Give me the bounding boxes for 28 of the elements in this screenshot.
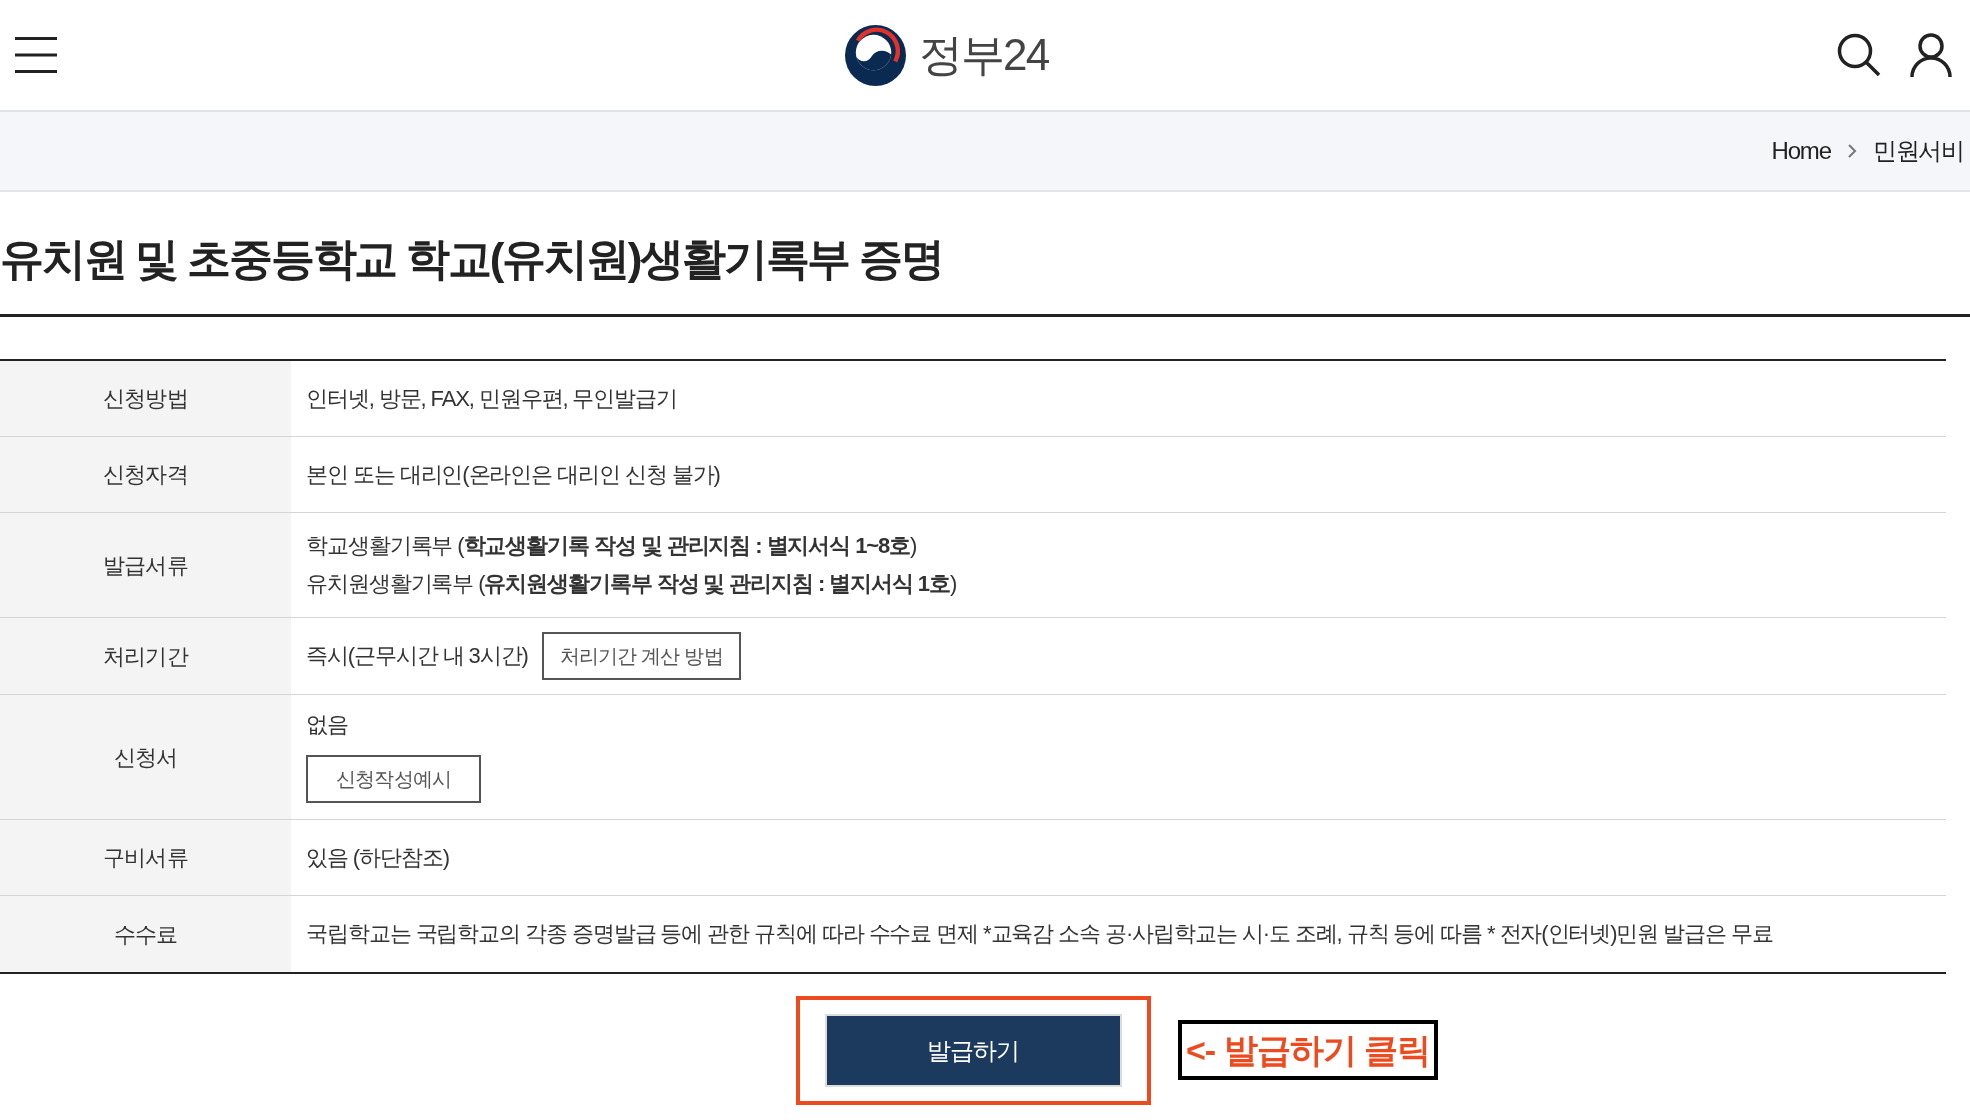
- breadcrumb-link[interactable]: Home: [1771, 133, 1831, 169]
- value-text: 학교생활기록부 (학교생활기록 작성 및 관리지침 : 별지서식 1~8호): [306, 532, 918, 560]
- issue-button[interactable]: 발급하기: [824, 1014, 1122, 1087]
- value-text: 있음 (하단참조): [306, 843, 450, 872]
- search-icon[interactable]: [1837, 33, 1881, 77]
- value-text: 인터넷, 방문, FAX, 민원우편, 무인발급기: [306, 384, 678, 413]
- value-text: 본인 또는 대리인(온라인은 대리인 신청 불가): [306, 460, 721, 489]
- chevron-icon: [1846, 143, 1857, 159]
- row-label: 수수료: [0, 896, 291, 972]
- logo-text[interactable]: 정부24: [918, 33, 1049, 77]
- row-label: 신청방법: [0, 361, 291, 436]
- detail-button[interactable]: 신청작성예시: [306, 755, 482, 803]
- value-text: 유치원생활기록부 (유치원생활기록부 작성 및 관리지침 : 별지서식 1호): [306, 570, 958, 598]
- detail-button[interactable]: 처리기간 계산 방법: [541, 632, 741, 680]
- row-label: 신청서: [0, 695, 291, 819]
- menu-icon[interactable]: [15, 36, 57, 74]
- row-label: 구비서류: [0, 820, 291, 895]
- row-label: 신청자격: [0, 437, 291, 512]
- annotation-label: <- 발급하기 클릭: [1178, 1020, 1438, 1080]
- value-text: 없음: [306, 711, 348, 739]
- breadcrumb-link[interactable]: 민원서비: [1872, 133, 1964, 169]
- row-label: 처리기간: [0, 618, 291, 694]
- value-text: 국립학교는 국립학교의 각종 증명발급 등에 관한 규칙에 따라 수수료 면제 *교육감 소속 공·사립학교는 시·도 조례, 규칙 등에 따름 * 전자(인터넷)민원 발급은 무료: [306, 920, 1774, 948]
- user-icon[interactable]: [1910, 33, 1952, 77]
- page-title: 유치원 및 초중등학교 학교(유치원)생활기록부 증명: [0, 233, 944, 285]
- value-text: 즉시(근무시간 내 3시간): [306, 642, 528, 670]
- row-label: 발급서류: [0, 513, 291, 617]
- logo-icon[interactable]: [843, 23, 907, 87]
